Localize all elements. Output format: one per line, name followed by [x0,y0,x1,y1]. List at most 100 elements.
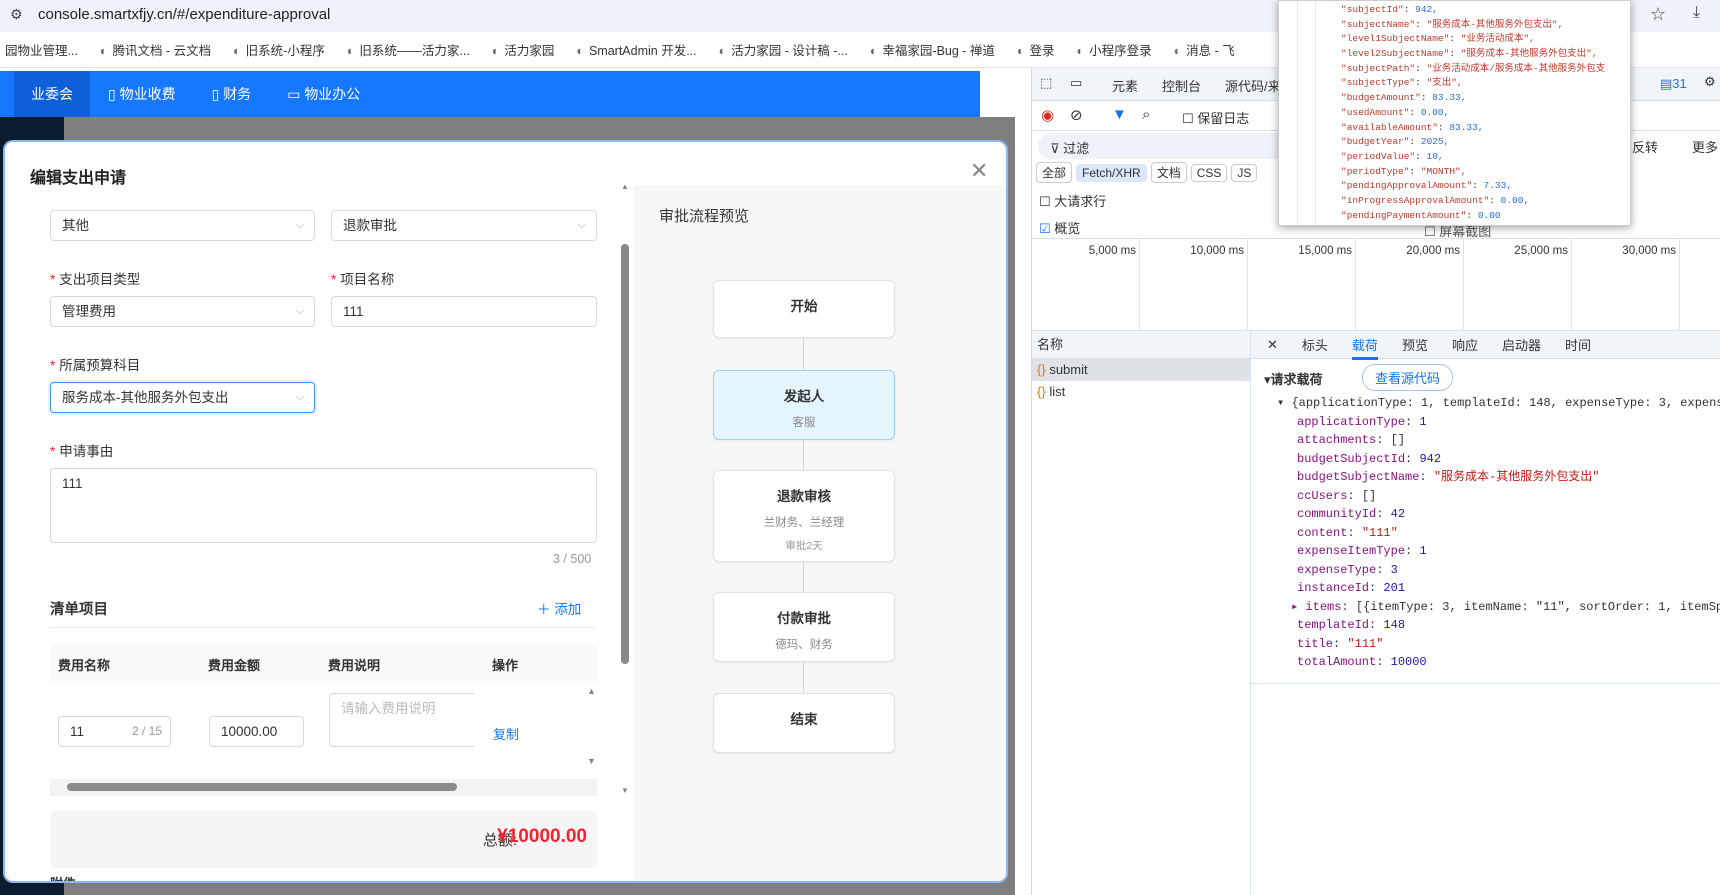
type-css[interactable]: CSS [1190,164,1228,182]
tab-response[interactable]: 响应 [1452,335,1478,354]
budget-subject-select[interactable]: 服务成本-其他服务外包支出 ⌵ [50,382,315,413]
close-detail-icon[interactable]: ✕ [1267,337,1278,353]
timeline-overview[interactable]: 5,000 ms 10,000 ms 15,000 ms 20,000 ms 25,00… [1032,238,1720,331]
tab-initiator[interactable]: 启动器 [1502,335,1541,354]
payload-field[interactable]: communityId: 42 [1277,505,1720,524]
payload-field[interactable]: totalAmount: 10000 [1277,653,1720,672]
preserve-log-checkbox[interactable]: ☐ 保留日志 [1182,108,1249,127]
payload-tree: ▾ {applicationType: 1, templateId: 148, … [1277,394,1720,672]
flow-connector [803,440,804,470]
payload-field[interactable]: expenseItemType: 1 [1277,542,1720,561]
overview-checkbox[interactable]: ☑ 概览 [1039,218,1080,237]
bookmark-icon: ◐ [869,44,878,58]
timeline-tick: 15,000 ms [1266,239,1356,331]
json-line: "budgetAmount": 83.33, [1341,92,1467,104]
form-scrollbar[interactable]: ▲ ▼ [620,182,630,802]
json-line: "pendingPaymentAmount": 0.00 [1341,209,1501,221]
issues-badge[interactable]: ▤31 [1660,76,1687,92]
expense-category-select[interactable]: 其他 ⌵ [50,210,315,241]
add-item-button[interactable]: ＋ 添加 [537,598,581,618]
reason-label: * 申请事由 [50,444,114,459]
payload-field[interactable]: templateId: 148 [1277,616,1720,635]
bookmark-item[interactable]: 园物业管理... [0,40,78,59]
payload-field[interactable]: budgetSubjectId: 942 [1277,450,1720,469]
scroll-thumb[interactable] [621,244,629,664]
tab-payload[interactable]: 载荷 [1351,335,1378,360]
view-source-button[interactable]: 查看源代码 [1362,364,1454,391]
bookmark-item[interactable]: ◐ 活力家园 [492,40,555,59]
filter-icon[interactable]: ▼ [1112,106,1127,123]
search-icon[interactable]: ⌕ [1142,106,1150,123]
type-doc[interactable]: 文档 [1150,162,1187,183]
record-icon[interactable]: ◉ [1041,106,1054,124]
payload-field[interactable]: instanceId: 201 [1277,579,1720,598]
bookmark-item[interactable]: ◐ 腾讯文档 - 云文档 [100,40,211,59]
payload-section-title[interactable]: ▾请求载荷 [1264,369,1323,388]
attachments-label: 附件 [50,873,76,881]
project-name-input[interactable]: 111 [331,296,597,327]
settings-icon[interactable]: ⚙ [1704,74,1716,90]
item-type-select[interactable]: 管理费用 ⌵ [50,296,315,327]
bookmark-item[interactable]: ◐ 旧系统——活力家... [347,40,470,59]
tab-timing[interactable]: 时间 [1565,335,1591,354]
request-row-submit[interactable]: {} submit [1032,359,1250,381]
tab-headers[interactable]: 标头 [1302,335,1328,354]
tab-console[interactable]: 控制台 [1162,76,1201,95]
tab-sources[interactable]: 源代码/来 [1225,76,1281,95]
json-line: "subjectId": 942, [1341,4,1438,15]
inspect-icon[interactable]: ⬚ [1040,75,1052,91]
reason-textarea[interactable]: 111 [50,468,597,543]
approval-template-select[interactable]: 退款审批 ⌵ [331,210,597,241]
table-vscrollbar[interactable]: ▲ ▼ [586,686,597,778]
bookmark-item[interactable]: ◐ SmartAdmin 开发... [576,40,696,59]
payload-field[interactable]: content: "111" [1277,524,1720,543]
bookmark-icon: ◐ [346,44,355,58]
payload-field[interactable]: ▸ items: [{itemType: 3, itemName: "11", … [1277,598,1720,617]
close-icon[interactable]: ✕ [970,158,988,184]
site-info-icon[interactable]: ⚙ [10,6,23,23]
nav-item-fees[interactable]: ▯ 物业收费 [90,71,194,117]
bookmark-item[interactable]: ◐ 消息 - 飞 [1174,40,1235,59]
bookmark-item[interactable]: ◐ 幸福家园-Bug - 禅道 [870,40,995,59]
payload-field[interactable]: attachments: [] [1277,431,1720,450]
item-name-input[interactable]: 11 2 / 15 [58,716,171,747]
nav-item-committee[interactable]: 业委会 [14,71,90,117]
invert-checkbox[interactable]: 反转 [1632,137,1658,156]
copy-item-link[interactable]: 复制 [493,724,519,743]
more-filters[interactable]: 更多 [1692,137,1718,156]
filter-input[interactable]: ⊽ 过滤 [1038,133,1288,159]
nav-item-office[interactable]: ▭ 物业办公 [269,71,378,117]
download-icon[interactable]: ⤓ [1693,4,1700,22]
bookmark-item[interactable]: ◐ 小程序登录 [1077,40,1152,59]
scroll-thumb[interactable] [67,783,457,791]
payload-field[interactable]: expenseType: 3 [1277,561,1720,580]
device-icon[interactable]: ▭ [1070,75,1082,91]
bookmark-item[interactable]: ◐ 活力家园 - 设计稿 -... [719,40,848,59]
payload-field[interactable]: ccUsers: [] [1277,487,1720,506]
payload-field[interactable]: applicationType: 1 [1277,413,1720,432]
detail-tabs: ✕ 标头 载荷 预览 响应 启动器 时间 [1251,331,1720,360]
url-text[interactable]: console.smartxfjy.cn/#/expenditure-appro… [38,6,330,23]
tab-preview[interactable]: 预览 [1402,335,1428,354]
table-hscrollbar[interactable] [50,779,597,796]
bookmark-item[interactable]: ◐ 登录 [1017,40,1055,59]
tab-elements[interactable]: 元素 [1112,76,1138,95]
payload-summary[interactable]: ▾ {applicationType: 1, templateId: 148, … [1277,394,1720,413]
big-rows-checkbox[interactable]: ☐ 大请求行 [1039,191,1106,210]
bookmark-star-icon[interactable]: ☆ [1650,4,1666,25]
clear-icon[interactable]: ⊘ [1070,106,1083,124]
type-fetch-xhr[interactable]: Fetch/XHR [1076,164,1147,182]
bookmark-item[interactable]: ◐ 旧系统-小程序 [233,40,325,59]
bookmark-icon: ◐ [576,44,584,58]
type-all[interactable]: 全部 [1036,162,1073,183]
nav-item-finance[interactable]: ▯ 财务 [194,71,270,117]
table-row: 11 2 / 15 10000.00 请输入费用说明 复制 [50,684,585,778]
request-row-list[interactable]: {} list [1032,381,1250,403]
item-desc-textarea[interactable]: 请输入费用说明 [329,693,474,747]
name-column-header: 名称 [1032,331,1250,359]
payload-field[interactable]: budgetSubjectName: "服务成本-其他服务外包支出" [1277,468,1720,487]
item-amount-input[interactable]: 10000.00 [209,716,304,747]
type-js[interactable]: JS [1231,164,1258,182]
payload-field[interactable]: title: "111" [1277,635,1720,654]
bookmark-icon: ◐ [233,44,241,58]
